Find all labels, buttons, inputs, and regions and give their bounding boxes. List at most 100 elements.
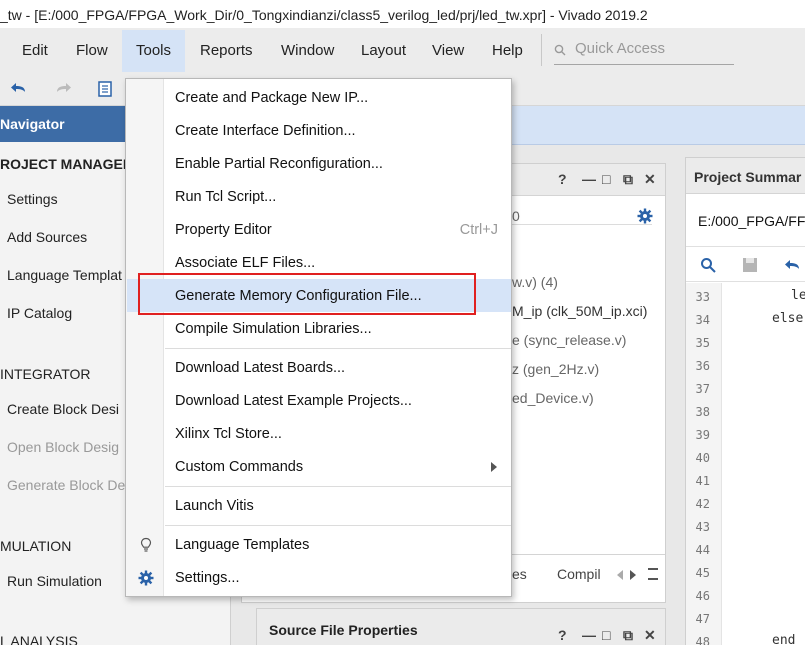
maximize-button[interactable]: □ (602, 171, 610, 187)
line-number: 46 (695, 589, 710, 603)
redo-icon[interactable] (54, 80, 72, 98)
source-row-top[interactable]: w.v) (4) (512, 274, 558, 290)
menu-separator (165, 525, 511, 526)
nav-add-sources[interactable]: Add Sources (7, 229, 87, 245)
menu-item-label: Download Latest Boards... (175, 360, 346, 376)
source-file-properties-panel: Source File Properties ? — □ ⧉ ✕ (256, 608, 666, 645)
source-row-clk-ip[interactable]: M_ip (clk_50M_ip.xci) (512, 303, 647, 319)
menu-item-download-latest-boards[interactable]: Download Latest Boards... (127, 351, 511, 384)
line-number: 44 (695, 543, 710, 557)
section-project-manager[interactable]: ROJECT MANAGER (0, 156, 133, 172)
gear-icon (138, 570, 154, 586)
section-simulation[interactable]: MULATION (0, 538, 71, 554)
line-number: 38 (695, 405, 710, 419)
code-line-33[interactable]: le (791, 288, 805, 303)
menu-item-shortcut: Ctrl+J (459, 222, 498, 238)
nav-ip-catalog[interactable]: IP Catalog (7, 305, 72, 321)
menu-item-download-latest-example-projects[interactable]: Download Latest Example Projects... (127, 384, 511, 417)
menu-window[interactable]: Window (281, 42, 334, 59)
section-ip-integrator[interactable]: INTEGRATOR (0, 366, 91, 382)
menu-separator (165, 486, 511, 487)
nav-language-templates[interactable]: Language Templat (7, 267, 122, 283)
menu-item-create-interface-definition[interactable]: Create Interface Definition... (127, 114, 511, 147)
float-button[interactable]: ⧉ (623, 171, 633, 188)
menu-item-property-editor[interactable]: Property Editor Ctrl+J (127, 213, 511, 246)
editor-toolbar (686, 246, 805, 282)
float-button[interactable]: ⧉ (623, 627, 633, 644)
menu-item-settings[interactable]: Settings... (127, 561, 511, 594)
menu-item-label: Enable Partial Reconfiguration... (175, 156, 383, 172)
menu-item-run-tcl-script[interactable]: Run Tcl Script... (127, 180, 511, 213)
nav-open-block-design: Open Block Desig (7, 439, 120, 455)
project-summary-title[interactable]: Project Summar (694, 169, 801, 185)
menu-separator (165, 348, 511, 349)
search-icon (554, 44, 566, 56)
nav-create-block-design[interactable]: Create Block Desi (7, 401, 119, 417)
menu-flow[interactable]: Flow (76, 42, 108, 59)
line-number: 48 (695, 635, 710, 645)
source-row-device[interactable]: ed_Device.v) (512, 390, 594, 406)
menu-item-label: Download Latest Example Projects... (175, 393, 412, 409)
menu-item-label: Compile Simulation Libraries... (175, 321, 372, 337)
nav-run-simulation[interactable]: Run Simulation (7, 573, 102, 589)
tab-compile-order[interactable]: Compil (557, 566, 601, 582)
menu-item-enable-partial-reconfiguration[interactable]: Enable Partial Reconfiguration... (127, 147, 511, 180)
menu-item-label: Launch Vitis (175, 498, 254, 514)
tab-menu-icon[interactable] (648, 568, 658, 580)
help-button[interactable]: ? (558, 171, 567, 187)
close-button[interactable]: ✕ (644, 171, 656, 188)
line-number: 36 (695, 359, 710, 373)
menu-reports[interactable]: Reports (200, 42, 253, 59)
menu-item-label: Run Tcl Script... (175, 189, 277, 205)
report-icon[interactable] (96, 80, 114, 98)
menu-item-label: Settings... (175, 570, 240, 586)
menu-item-compile-simulation-libraries[interactable]: Compile Simulation Libraries... (127, 312, 511, 345)
menu-edit[interactable]: Edit (22, 42, 48, 59)
gear-icon[interactable] (637, 208, 653, 224)
source-row-sync-release[interactable]: e (sync_release.v) (512, 332, 626, 348)
tab-scroll-left-icon[interactable] (617, 570, 623, 580)
tab-scroll-right-icon[interactable] (630, 570, 636, 580)
code-line-48[interactable]: end (772, 633, 795, 645)
menu-item-label: Language Templates (175, 537, 310, 553)
menu-view[interactable]: View (432, 42, 464, 59)
submenu-arrow-icon (491, 462, 497, 472)
line-number: 42 (695, 497, 710, 511)
menu-item-custom-commands[interactable]: Custom Commands (127, 450, 511, 483)
filter-underline (512, 224, 652, 225)
source-row-gen-2hz[interactable]: z (gen_2Hz.v) (512, 361, 599, 377)
section-rtl-analysis[interactable]: L ANALYSIS (0, 633, 78, 645)
help-button[interactable]: ? (558, 627, 567, 643)
menu-bar: Edit Flow Tools Reports Window Layout Vi… (0, 28, 805, 72)
menu-item-xilinx-tcl-store[interactable]: Xilinx Tcl Store... (127, 417, 511, 450)
line-number: 43 (695, 520, 710, 534)
nav-settings[interactable]: Settings (7, 191, 58, 207)
menu-item-launch-vitis[interactable]: Launch Vitis (127, 489, 511, 522)
minimize-button[interactable]: — (582, 171, 596, 187)
code-line-34[interactable]: else (772, 311, 803, 326)
search-icon[interactable] (700, 257, 716, 273)
quick-access-placeholder: Quick Access (575, 40, 666, 57)
undo-icon[interactable] (10, 80, 28, 98)
tools-menu: Create and Package New IP... Create Inte… (125, 78, 512, 597)
menu-help[interactable]: Help (492, 42, 523, 59)
tab-libraries[interactable]: es (512, 566, 527, 582)
save-icon[interactable] (742, 257, 758, 273)
close-button[interactable]: ✕ (644, 627, 656, 644)
minimize-button[interactable]: — (582, 627, 596, 643)
menu-tools[interactable]: Tools (122, 30, 186, 72)
menu-item-label: Property Editor (175, 222, 272, 238)
project-summary-panel: Project Summar E:/000_FPGA/FF 33 34 35 3… (685, 157, 805, 645)
properties-panel-title: Source File Properties (269, 622, 418, 638)
maximize-button[interactable]: □ (602, 627, 610, 643)
menu-layout[interactable]: Layout (361, 42, 406, 59)
nav-generate-block-design: Generate Block De (7, 477, 126, 493)
menu-item-language-templates[interactable]: Language Templates (127, 528, 511, 561)
menu-item-label: Custom Commands (175, 459, 304, 475)
quick-access-search[interactable]: Quick Access (554, 40, 734, 65)
line-number: 47 (695, 612, 710, 626)
line-number: 37 (695, 382, 710, 396)
undo-icon[interactable] (784, 257, 802, 273)
menu-item-label: Xilinx Tcl Store... (175, 426, 282, 442)
menu-item-create-package-ip[interactable]: Create and Package New IP... (127, 81, 511, 114)
